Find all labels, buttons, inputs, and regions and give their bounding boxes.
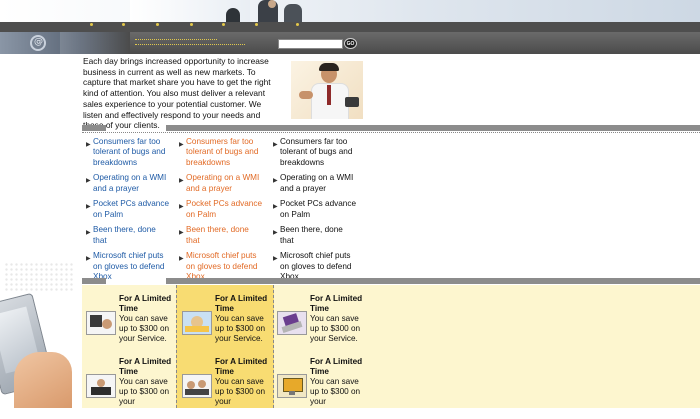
business-team-icon <box>182 374 212 398</box>
at-sign-icon: @ <box>34 37 43 47</box>
bullet-icon: ▶ <box>179 230 184 237</box>
news-link[interactable]: ▶ Pocket PCs advance on Palm <box>83 199 171 220</box>
businessman-photo <box>291 61 363 119</box>
bullet-icon: ▶ <box>273 178 278 185</box>
promo-card[interactable]: For A Limited Time You can save up to $3… <box>273 357 363 419</box>
nav-item-5[interactable] <box>222 23 225 26</box>
search-input[interactable] <box>278 39 343 49</box>
bullet-icon: ▶ <box>273 204 278 211</box>
nav-item-7[interactable] <box>296 23 299 26</box>
dotted-divider <box>135 44 245 45</box>
laptop-icon <box>277 311 307 335</box>
news-link[interactable]: ▶ Been there, done that <box>83 225 171 246</box>
news-link[interactable]: ▶ Operating on a WMI and a prayer <box>83 173 171 194</box>
bullet-icon: ▶ <box>273 256 278 263</box>
nav-item-1[interactable] <box>90 23 93 26</box>
news-link[interactable]: ▶ Consumers far too tolerant of bugs and … <box>83 137 171 168</box>
bullet-icon: ▶ <box>179 142 184 148</box>
news-column-black: ▶ Consumers far too tolerant of bugs and … <box>270 137 358 288</box>
promo-body: You can save up to $300 on your <box>310 377 361 406</box>
promo-title: For A Limited Time <box>215 357 268 376</box>
news-link[interactable]: ▶ Been there, done that <box>176 225 264 246</box>
nav-item-3[interactable] <box>156 23 159 26</box>
news-link[interactable]: ▶ Operating on a WMI and a prayer <box>176 173 264 194</box>
header-photo-person <box>226 8 240 22</box>
desk-worker-icon <box>182 311 212 335</box>
news-link[interactable]: ▶ Consumers far too tolerant of bugs and … <box>270 137 358 168</box>
bullet-icon: ▶ <box>179 256 184 263</box>
promo-card[interactable]: For A Limited Time You can save up to $3… <box>178 294 268 356</box>
header-banner <box>0 0 700 22</box>
promo-body: You can save up to $300 on your Service. <box>310 314 361 343</box>
logo-image: @ <box>0 32 130 54</box>
promo-body: You can save up to $300 on your Service. <box>215 314 266 343</box>
pda-hand-image <box>0 260 82 408</box>
promo-title: For A Limited Time <box>119 294 172 313</box>
bullet-icon: ▶ <box>179 204 184 211</box>
bullet-icon: ▶ <box>86 178 91 185</box>
bullet-icon: ▶ <box>86 230 91 237</box>
promo-body: You can save up to $300 on your Service. <box>119 314 170 343</box>
section-separator <box>82 125 700 133</box>
news-link[interactable]: ▶ Pocket PCs advance on Palm <box>270 199 358 220</box>
bullet-icon: ▶ <box>273 230 278 237</box>
promotions-panel: For A Limited Time You can save up to $3… <box>82 285 700 408</box>
promo-card[interactable]: For A Limited Time You can save up to $3… <box>82 357 172 419</box>
promo-card[interactable]: For A Limited Time You can save up to $3… <box>82 294 172 356</box>
promo-title: For A Limited Time <box>119 357 172 376</box>
bullet-icon: ▶ <box>179 178 184 185</box>
nav-item-2[interactable] <box>122 23 125 26</box>
laptop-user-icon <box>86 311 116 335</box>
section-separator <box>82 278 700 286</box>
news-link[interactable]: ▶ Pocket PCs advance on Palm <box>176 199 264 220</box>
nav-item-6[interactable] <box>255 23 258 26</box>
bullet-icon: ▶ <box>86 256 91 263</box>
promo-title: For A Limited Time <box>215 294 268 313</box>
news-link[interactable]: ▶ Operating on a WMI and a prayer <box>270 173 358 194</box>
dotted-divider <box>135 39 217 40</box>
news-column-blue: ▶ Consumers far too tolerant of bugs and … <box>83 137 171 288</box>
bullet-icon: ▶ <box>86 204 91 211</box>
promo-title: For A Limited Time <box>310 294 363 313</box>
nav-item-4[interactable] <box>190 23 193 26</box>
monitor-user-icon <box>86 374 116 398</box>
promo-card[interactable]: For A Limited Time You can save up to $3… <box>273 294 363 356</box>
promo-body: You can save up to $300 on your <box>215 377 266 406</box>
monitor-icon <box>277 374 307 398</box>
promo-card[interactable]: For A Limited Time You can save up to $3… <box>178 357 268 419</box>
bullet-icon: ▶ <box>273 142 278 148</box>
news-column-orange: ▶ Consumers far too tolerant of bugs and … <box>176 137 264 288</box>
promo-title: For A Limited Time <box>310 357 363 376</box>
bullet-icon: ▶ <box>86 142 91 148</box>
intro-paragraph: Each day brings increased opportunity to… <box>83 56 271 131</box>
go-button[interactable]: GO <box>344 38 357 49</box>
promo-body: You can save up to $300 on your <box>119 377 170 406</box>
news-link[interactable]: ▶ Been there, done that <box>270 225 358 246</box>
news-link[interactable]: ▶ Consumers far too tolerant of bugs and … <box>176 137 264 168</box>
header-photo-person <box>284 4 302 22</box>
